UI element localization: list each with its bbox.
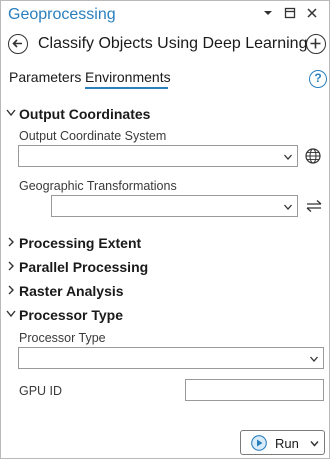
add-icon xyxy=(310,38,321,49)
section-label: Parallel Processing xyxy=(19,259,149,275)
processor-type-label: Processor Type xyxy=(19,331,106,345)
section-label: Processor Type xyxy=(19,307,124,323)
title-bar: Geoprocessing xyxy=(1,1,330,31)
geographic-transformations-label: Geographic Transformations xyxy=(19,179,177,193)
tab-parameters[interactable]: Parameters xyxy=(9,69,81,85)
help-icon[interactable]: ? xyxy=(309,70,327,88)
geographic-transformations-select[interactable] xyxy=(51,195,298,217)
chevron-right-icon xyxy=(8,261,14,271)
back-button[interactable] xyxy=(8,34,28,54)
run-label: Run xyxy=(275,436,299,451)
pane-title: Geoprocessing xyxy=(8,6,116,23)
close-icon[interactable] xyxy=(305,7,319,23)
chevron-right-icon xyxy=(8,285,14,295)
run-button[interactable]: Run xyxy=(240,430,325,455)
active-tab-indicator xyxy=(85,87,168,89)
section-label: Raster Analysis xyxy=(19,283,124,299)
globe-icon[interactable] xyxy=(304,147,322,165)
section-processing-extent[interactable]: Processing Extent xyxy=(6,233,326,253)
play-icon xyxy=(251,435,267,451)
section-parallel-processing[interactable]: Parallel Processing xyxy=(6,257,326,277)
chevron-down-icon xyxy=(310,356,318,362)
auto-hide-icon[interactable] xyxy=(283,7,297,23)
gpu-id-label: GPU ID xyxy=(19,384,63,398)
section-label: Output Coordinates xyxy=(19,106,151,122)
section-processor-type[interactable]: Processor Type xyxy=(6,305,326,325)
pane-options-icon[interactable] xyxy=(261,7,275,23)
back-arrow-icon xyxy=(12,39,22,48)
geoprocessing-pane: Geoprocessing Classify Objects Using Dee… xyxy=(0,0,330,459)
transformation-swap-icon[interactable] xyxy=(305,197,323,215)
section-output-coordinates[interactable]: Output Coordinates xyxy=(6,104,326,124)
tab-environments[interactable]: Environments xyxy=(85,69,171,85)
tool-header: Classify Objects Using Deep Learning xyxy=(1,31,330,59)
section-raster-analysis[interactable]: Raster Analysis xyxy=(6,281,326,301)
chevron-down-icon xyxy=(6,109,16,117)
processor-type-select[interactable] xyxy=(18,347,324,369)
tab-bar: Parameters Environments ? xyxy=(1,65,330,91)
chevron-right-icon xyxy=(8,237,14,247)
chevron-down-icon xyxy=(284,154,292,160)
chevron-down-icon xyxy=(284,204,292,210)
tool-title: Classify Objects Using Deep Learning xyxy=(38,35,308,52)
output-coordinate-system-label: Output Coordinate System xyxy=(19,129,167,143)
output-coordinate-system-select[interactable] xyxy=(18,145,298,167)
add-button[interactable] xyxy=(306,34,326,54)
chevron-down-icon[interactable] xyxy=(310,439,319,448)
chevron-down-icon xyxy=(6,310,16,318)
section-label: Processing Extent xyxy=(19,235,142,251)
gpu-id-input[interactable] xyxy=(185,379,324,401)
